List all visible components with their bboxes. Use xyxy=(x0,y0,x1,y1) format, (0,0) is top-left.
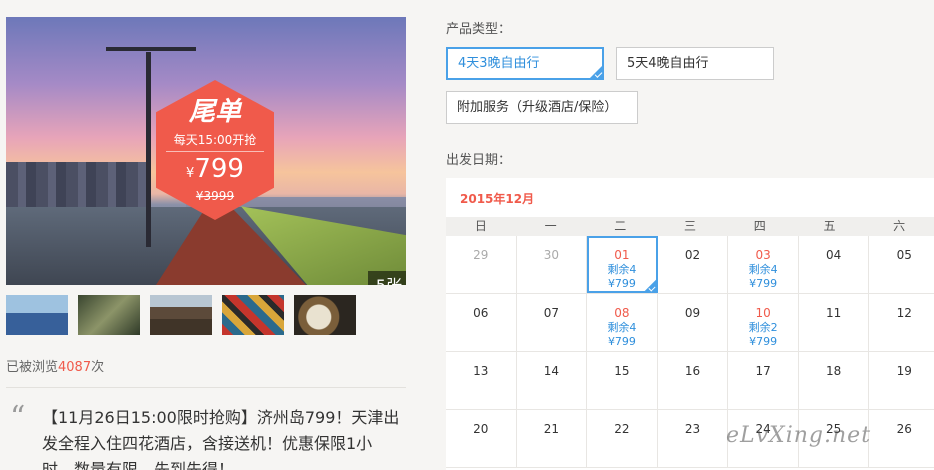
calendar-day-29: 29 xyxy=(446,236,517,293)
day-number: 26 xyxy=(896,422,912,436)
day-stock: 剩余4 xyxy=(607,263,637,276)
calendar-week-row: 29 30 01 剩余4 ¥799 02 03 剩余4 ¥799 04 05 xyxy=(446,236,934,294)
day-number: 15 xyxy=(614,364,630,378)
calendar-day-15: 15 xyxy=(587,352,658,409)
calendar-day-01[interactable]: 01 剩余4 ¥799 xyxy=(587,236,658,293)
day-number: 08 xyxy=(614,306,630,320)
weekday-label: 日 xyxy=(474,219,487,233)
day-number: 30 xyxy=(543,248,559,262)
calendar-day-11: 11 xyxy=(799,294,870,351)
day-number: 23 xyxy=(684,422,701,436)
calendar-day-17: 17 xyxy=(728,352,799,409)
calendar-day-30: 30 xyxy=(517,236,588,293)
product-type-label: 产品类型： xyxy=(446,22,512,37)
day-stock: 剩余4 xyxy=(748,263,778,276)
calendar-week-row: 06 07 08 剩余4 ¥799 09 10 剩余2 ¥799 11 12 xyxy=(446,294,934,352)
calendar-day-21: 21 xyxy=(517,410,588,467)
weekday-label: 六 xyxy=(893,219,906,233)
calendar-day-05: 05 xyxy=(869,236,934,293)
thumbnail-4[interactable] xyxy=(222,295,284,335)
divider xyxy=(6,387,406,388)
weekday-label: 一 xyxy=(544,219,557,233)
day-number: 21 xyxy=(543,422,559,436)
day-number: 10 xyxy=(755,306,771,320)
day-number: 17 xyxy=(755,364,771,378)
day-price: ¥799 xyxy=(607,335,636,348)
product-description: 【11月26日15:00限时抢购】济州岛799！天津出发全程入住四花酒店，含接送… xyxy=(42,408,400,470)
calendar-day-13: 13 xyxy=(446,352,517,409)
day-number: 04 xyxy=(826,248,842,262)
day-number: 05 xyxy=(896,248,912,262)
selected-check-icon xyxy=(588,64,604,80)
hero-image[interactable]: 尾单 每天15:00开抢 ¥799 ¥3999 5张 xyxy=(6,17,406,285)
calendar-day-22: 22 xyxy=(587,410,658,467)
day-price: ¥799 xyxy=(749,335,778,348)
calendar-day-26: 26 xyxy=(869,410,934,467)
calendar-month: 2015年12月 xyxy=(460,192,535,206)
weekday-label: 二 xyxy=(614,219,627,233)
calendar-day-19: 19 xyxy=(869,352,934,409)
calendar-day-23: 23 xyxy=(658,410,729,467)
thumbnail-5[interactable] xyxy=(294,295,356,335)
badge-title: 尾单 xyxy=(188,97,241,127)
calendar-day-02: 02 xyxy=(658,236,729,293)
day-number: 19 xyxy=(896,364,912,378)
day-number: 13 xyxy=(473,364,489,378)
calendar-day-10[interactable]: 10 剩余2 ¥799 xyxy=(728,294,799,351)
badge-original-price: ¥3999 xyxy=(195,189,235,203)
calendar-day-06: 06 xyxy=(446,294,517,351)
day-number: 03 xyxy=(755,248,771,262)
departure-date-label: 出发日期： xyxy=(446,153,512,168)
day-number: 18 xyxy=(826,364,842,378)
calendar-day-09: 09 xyxy=(658,294,729,351)
lamp-pole xyxy=(146,52,151,247)
lamp-arm xyxy=(106,47,196,51)
day-stock: 剩余2 xyxy=(748,321,778,334)
calendar-day-12: 12 xyxy=(869,294,934,351)
calendar-day-03[interactable]: 03 剩余4 ¥799 xyxy=(728,236,799,293)
day-number: 22 xyxy=(614,422,630,436)
calendar-week-row: 13 14 15 16 17 18 19 xyxy=(446,352,934,410)
weekday-header: 日一二三四五六 xyxy=(446,217,934,236)
calendar-day-18: 18 xyxy=(799,352,870,409)
view-count: 已被浏览4087次 xyxy=(6,360,105,375)
calendar-day-20: 20 xyxy=(446,410,517,467)
addon-service-button[interactable]: 附加服务（升级酒店/保险） xyxy=(446,91,638,124)
day-number: 20 xyxy=(473,422,489,436)
thumbnail-3[interactable] xyxy=(150,295,212,335)
badge-daily: 每天15:00开抢 xyxy=(166,131,264,152)
thumbnail-2[interactable] xyxy=(78,295,140,335)
day-number: 12 xyxy=(896,306,912,320)
city-skyline xyxy=(6,162,146,212)
day-price: ¥799 xyxy=(749,277,778,290)
day-stock: 剩余4 xyxy=(607,321,637,334)
option-4d3n[interactable]: 4天3晚自由行 xyxy=(446,47,604,80)
day-number: 07 xyxy=(543,306,559,320)
day-number: 01 xyxy=(614,248,630,262)
calendar-day-08[interactable]: 08 剩余4 ¥799 xyxy=(587,294,658,351)
option-5d4n[interactable]: 5天4晚自由行 xyxy=(616,47,774,80)
calendar-day-16: 16 xyxy=(658,352,729,409)
photo-count[interactable]: 5张 xyxy=(368,271,406,285)
day-number: 14 xyxy=(543,364,559,378)
badge-price: ¥799 xyxy=(186,154,244,184)
day-number: 09 xyxy=(684,306,701,320)
day-number: 02 xyxy=(684,248,701,262)
quote-icon: “ xyxy=(10,400,26,435)
calendar-day-04: 04 xyxy=(799,236,870,293)
day-price: ¥799 xyxy=(607,277,636,290)
calendar-day-14: 14 xyxy=(517,352,588,409)
calendar-day-07: 07 xyxy=(517,294,588,351)
sale-badge: 尾单 每天15:00开抢 ¥799 ¥3999 xyxy=(156,80,274,220)
day-number: 06 xyxy=(473,306,489,320)
day-number: 29 xyxy=(473,248,489,262)
day-number: 11 xyxy=(826,306,842,320)
weekday-label: 三 xyxy=(684,219,697,233)
weekday-label: 四 xyxy=(753,219,766,233)
day-number: 16 xyxy=(684,364,701,378)
thumbnail-1[interactable] xyxy=(6,295,68,335)
watermark: eLvXing.net xyxy=(726,423,872,448)
weekday-label: 五 xyxy=(823,219,836,233)
thumbnail-strip xyxy=(6,295,356,335)
